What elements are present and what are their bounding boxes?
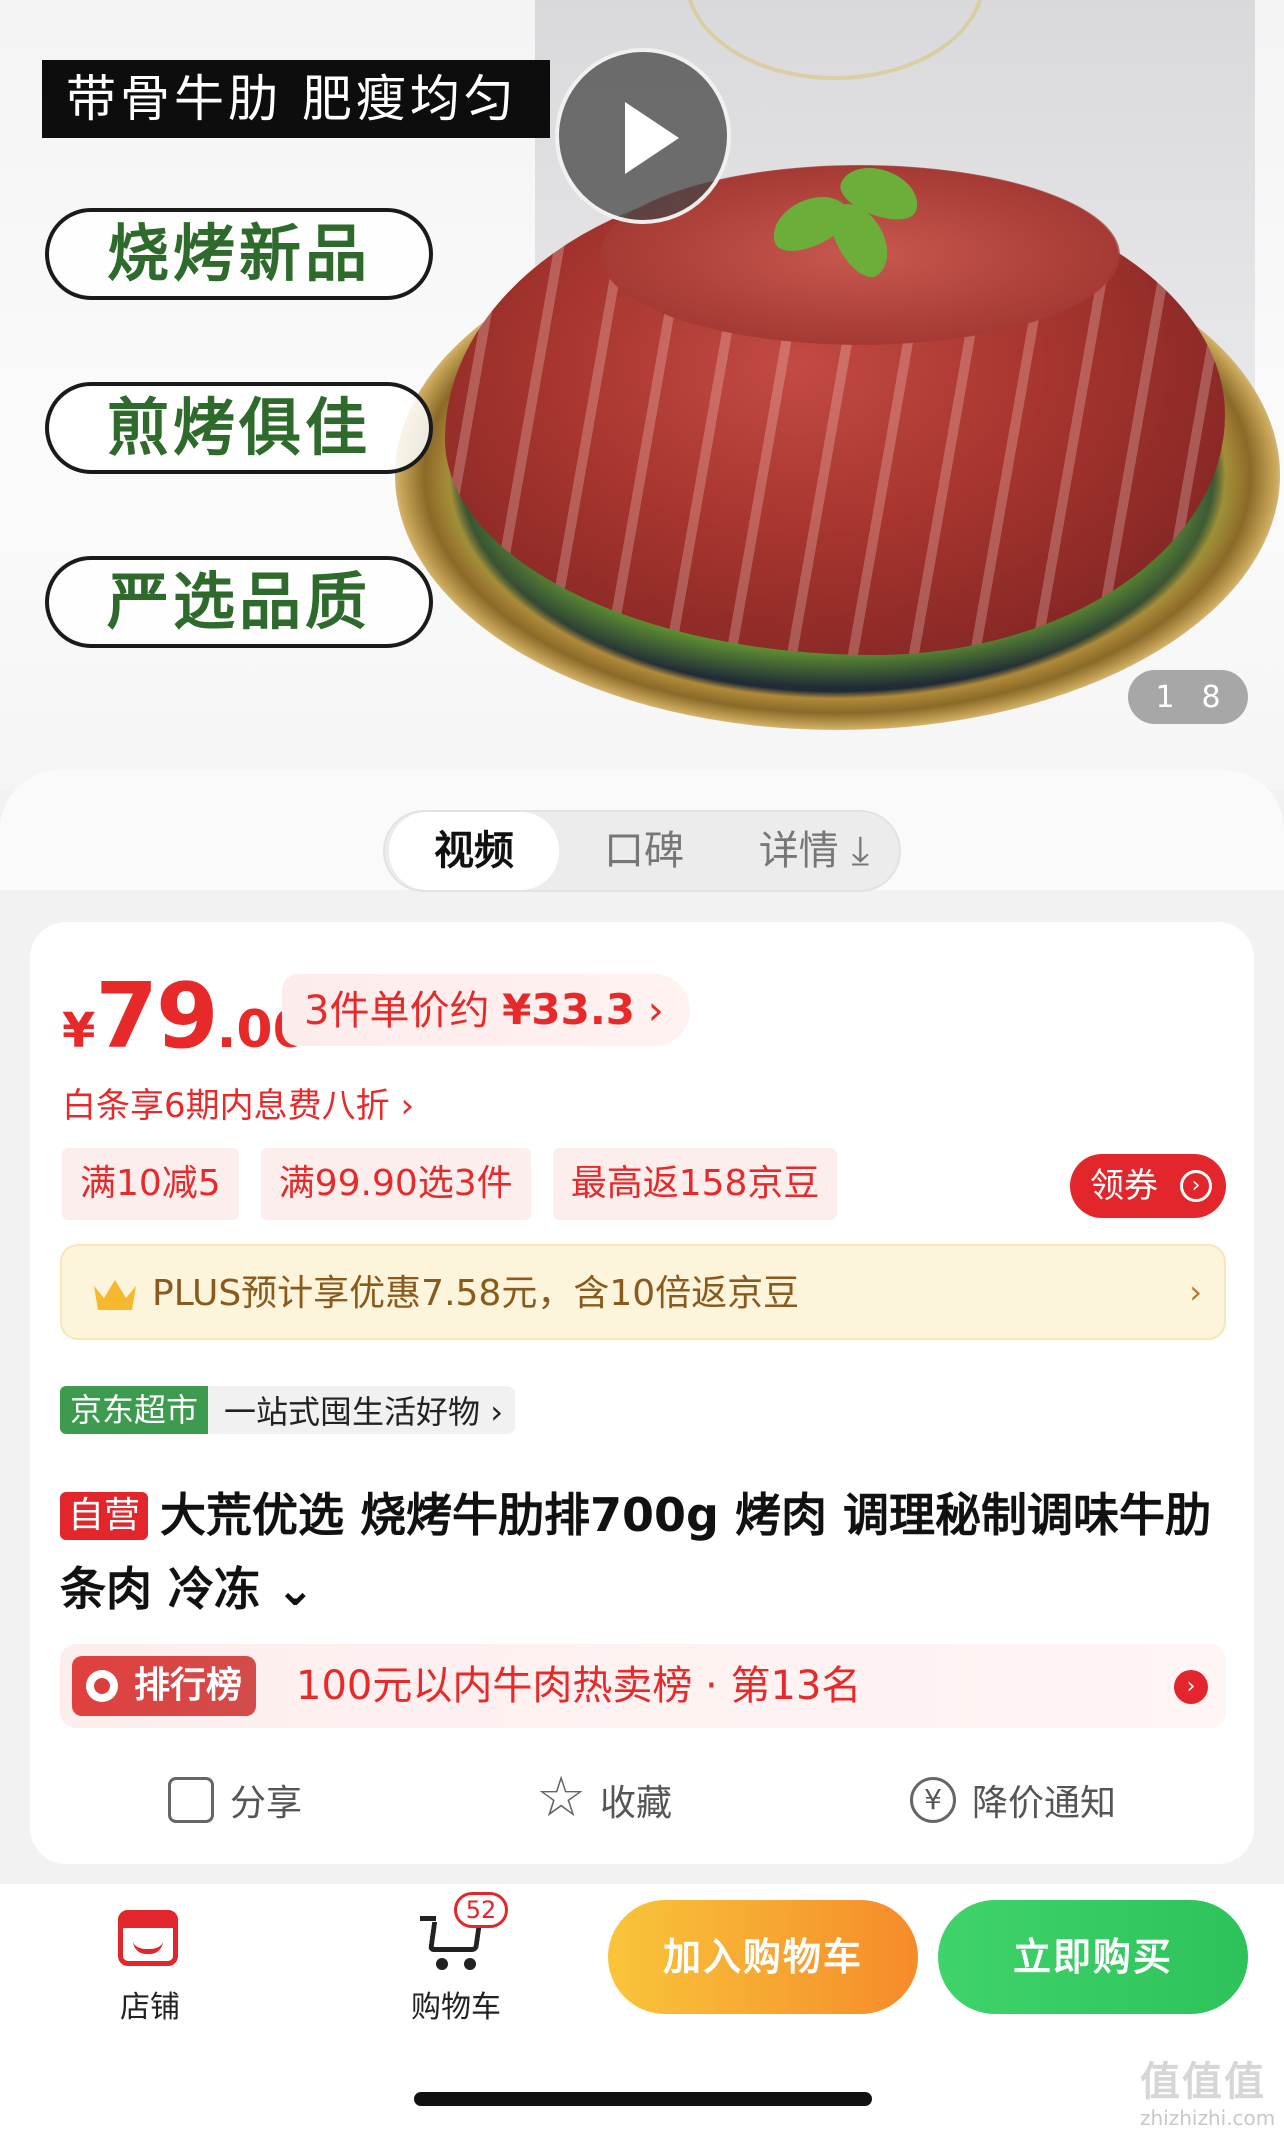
multi-buy-unit-price[interactable]: 3件单价约 ¥33.3 › — [282, 974, 690, 1046]
watermark-site: zhizhizhi.com — [1140, 2106, 1276, 2130]
promo-chip[interactable]: 满10减5 — [62, 1148, 239, 1220]
cart-count-badge: 52 — [454, 1892, 508, 1928]
jd-supermarket-tag[interactable]: 京东超市 一站式囤生活好物 › — [60, 1386, 515, 1434]
bottom-action-bar: 店铺 52 购物车 加入购物车 立即购买 — [0, 1884, 1284, 2132]
price-drop-alert-button[interactable]: ¥ 降价通知 — [910, 1760, 1116, 1840]
price-currency: ¥ — [62, 1003, 96, 1059]
tab-video[interactable]: 视频 — [389, 812, 559, 890]
product-detail-page: 带骨牛肋 肥瘦均匀 烧烤新品 煎烤俱佳 严选品质 1 8 视频 口碑 详情 ⤓ … — [0, 0, 1284, 2132]
price-integer: 79 — [95, 964, 218, 1069]
jd-supermarket-label: 京东超市 — [60, 1386, 209, 1434]
favorite-button[interactable]: 收藏 — [536, 1760, 673, 1840]
promo-chip[interactable]: 最高返158京豆 — [552, 1148, 838, 1220]
price-drop-icon: ¥ — [910, 1777, 956, 1823]
promo-chip[interactable]: 满99.90选3件 — [260, 1148, 531, 1220]
product-image-carousel[interactable]: 带骨牛肋 肥瘦均匀 烧烤新品 煎烤俱佳 严选品质 1 8 — [0, 0, 1284, 790]
product-title-text: 大荒优选 烧烤牛肋排700g 烤肉 调理秘制调味牛肋条肉 冷冻 — [60, 1488, 1212, 1616]
multi-buy-price: ¥33.3 — [502, 985, 636, 1034]
ranking-banner[interactable]: 排行榜 100元以内牛肉热卖榜 · 第13名 › — [60, 1644, 1226, 1728]
hero-tag-pan-grill: 煎烤俱佳 — [45, 382, 433, 474]
ranking-badge-label: 排行榜 — [134, 1665, 243, 1706]
buy-now-button[interactable]: 立即购买 — [938, 1900, 1248, 2014]
play-icon — [625, 102, 679, 174]
chevron-right-icon: › — [647, 988, 664, 1034]
product-info-card: ¥ 79 .00 3件单价约 ¥33.3 › 白条享6期内息费八折 › 满10减… — [30, 922, 1254, 1864]
ranking-text: 100元以内牛肉热卖榜 · 第13名 — [296, 1663, 862, 1709]
favorite-label: 收藏 — [600, 1783, 673, 1824]
cart-label[interactable]: 购物车 — [406, 1982, 506, 2026]
store-icon[interactable] — [118, 1910, 178, 1966]
self-operated-badge: 自营 — [60, 1492, 149, 1540]
hero-tag-bbq-new: 烧烤新品 — [45, 208, 433, 300]
image-pager: 1 8 — [1128, 670, 1248, 724]
pager-total: 8 — [1201, 679, 1221, 715]
play-video-button[interactable] — [555, 48, 731, 224]
share-label: 分享 — [230, 1783, 303, 1824]
chevron-right-icon: › — [1189, 1273, 1202, 1311]
watermark: 值值值 zhizhizhi.com — [1140, 2058, 1275, 2130]
tab-details[interactable]: 详情 ⤓ — [729, 812, 899, 890]
package-seal — [685, 0, 985, 80]
promo-chips: 满10减5 满99.90选3件 最高返158京豆 — [62, 1148, 838, 1220]
hero-tag-quality: 严选品质 — [45, 556, 433, 648]
plus-member-banner[interactable]: PLUS预计享优惠7.58元，含10倍返京豆 › — [60, 1244, 1226, 1340]
ranking-badge: 排行榜 — [72, 1656, 257, 1716]
jd-supermarket-slogan: 一站式囤生活好物 › — [224, 1393, 503, 1431]
plus-text: PLUS预计享优惠7.58元，含10倍返京豆 — [152, 1273, 800, 1314]
share-icon — [168, 1777, 214, 1823]
pager-current: 1 — [1155, 679, 1175, 715]
home-indicator[interactable] — [414, 2092, 872, 2106]
baitiao-installment-link[interactable]: 白条享6期内息费八折 › — [62, 1078, 414, 1127]
price: ¥ 79 .00 — [62, 964, 309, 1069]
hero-headline: 带骨牛肋 肥瘦均匀 — [42, 60, 550, 138]
get-coupon-button[interactable]: 领券 › — [1070, 1154, 1226, 1218]
chevron-circle-icon: › — [1174, 1670, 1208, 1704]
star-icon — [536, 1765, 586, 1830]
crown-icon — [94, 1280, 136, 1310]
watermark-logo: 值值值 — [1140, 2059, 1266, 2105]
share-button[interactable]: 分享 — [168, 1760, 302, 1840]
trophy-icon — [86, 1670, 118, 1702]
mint-garnish-image — [760, 157, 930, 286]
action-row: 分享 收藏 ¥ 降价通知 — [30, 1760, 1254, 1840]
product-title[interactable]: 自营 大荒优选 烧烤牛肋排700g 烤肉 调理秘制调味牛肋条肉 冷冻 ⌄ — [60, 1478, 1230, 1626]
chevron-circle-icon: › — [1180, 1170, 1212, 1202]
coupon-label: 领券 — [1090, 1166, 1158, 1206]
multi-buy-label: 3件单价约 — [304, 988, 503, 1034]
expand-chevron-icon[interactable]: ⌄ — [260, 1562, 315, 1616]
media-tabs: 视频 口碑 详情 ⤓ — [383, 810, 901, 892]
price-drop-label: 降价通知 — [972, 1783, 1117, 1824]
store-label[interactable]: 店铺 — [110, 1982, 190, 2026]
tab-reviews[interactable]: 口碑 — [559, 812, 729, 890]
add-to-cart-button[interactable]: 加入购物车 — [608, 1900, 918, 2014]
